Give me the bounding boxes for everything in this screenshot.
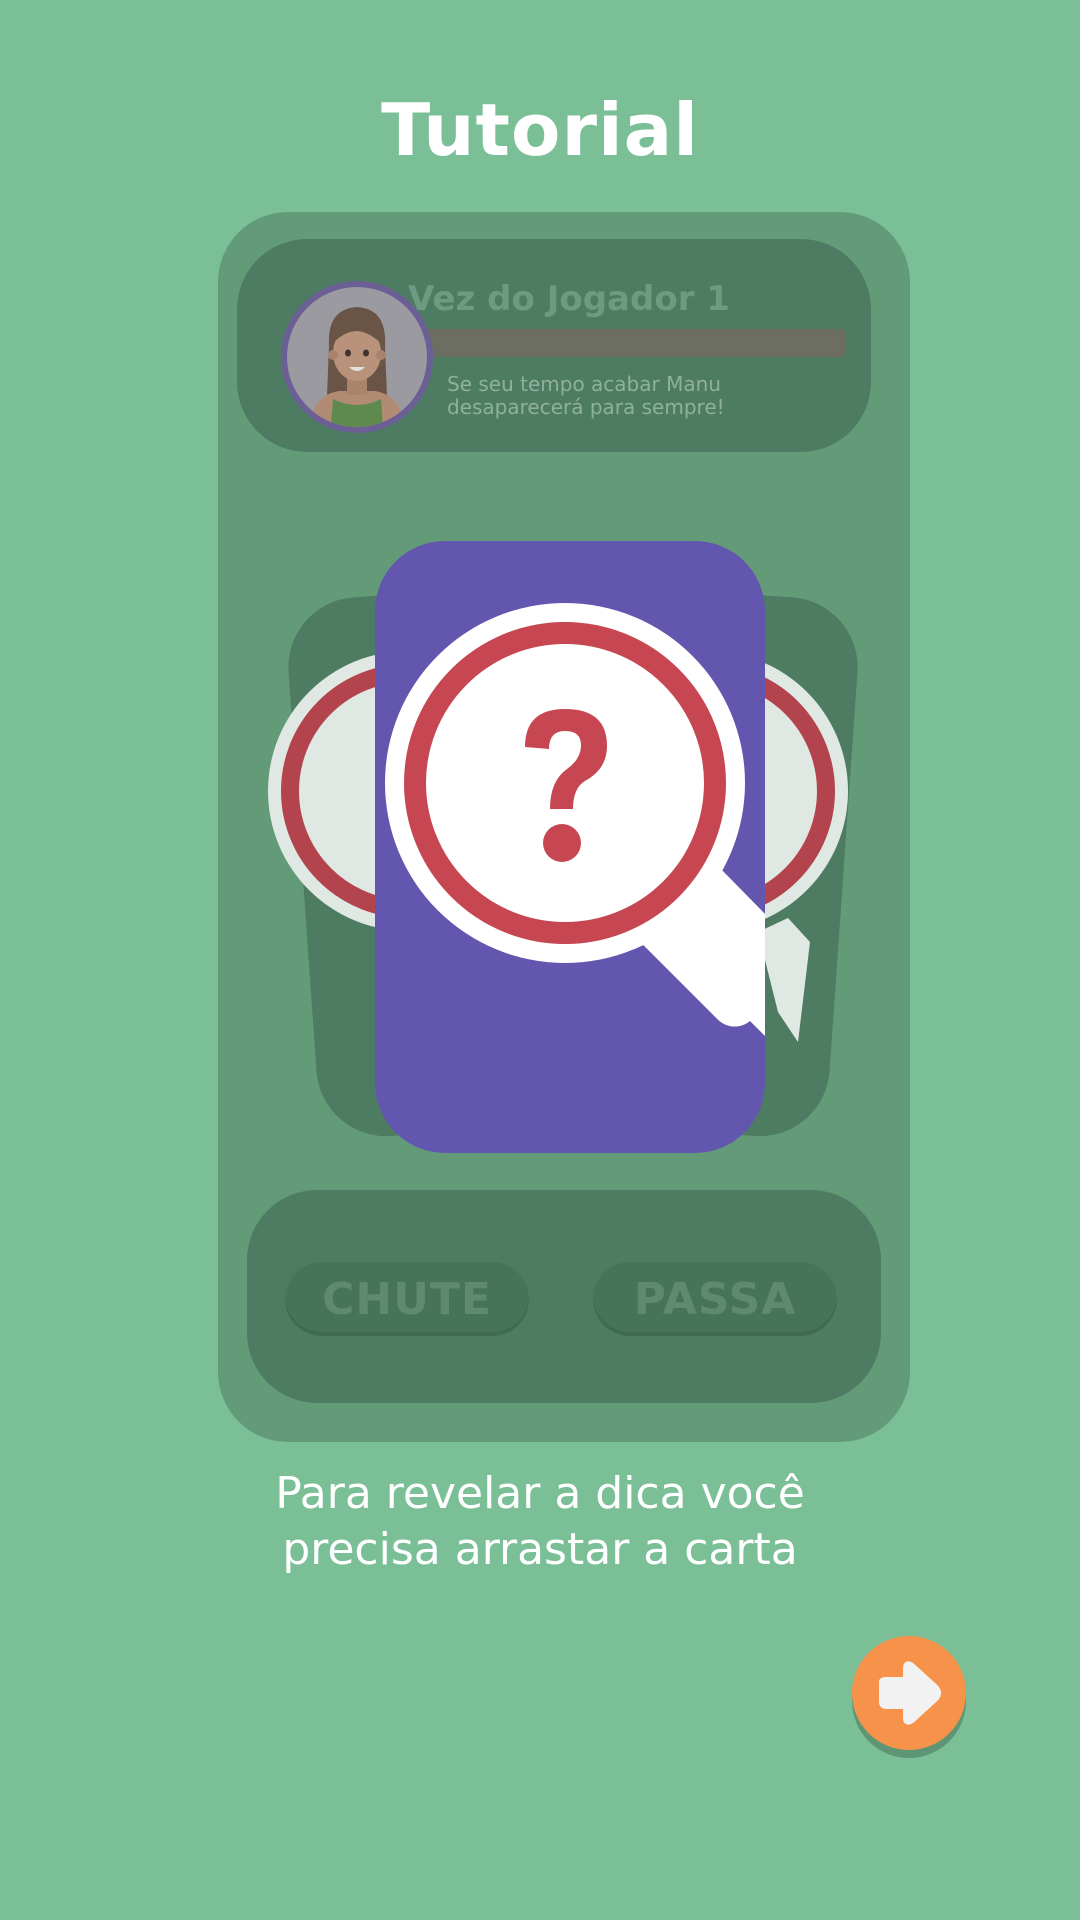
- guess-button-label: CHUTE: [322, 1273, 492, 1325]
- instructions-line1: Para revelar a dica você: [275, 1468, 805, 1519]
- magnifier-question-icon: [385, 603, 765, 1036]
- next-button[interactable]: [852, 1636, 966, 1750]
- game-preview: Vez do Jogador 1 Se seu tempo acabar Man…: [218, 212, 910, 1442]
- guess-button[interactable]: CHUTE: [285, 1262, 529, 1336]
- pass-button-label: PASSA: [633, 1273, 797, 1325]
- instructions-line2: precisa arrastar a carta: [282, 1524, 798, 1575]
- tutorial-instructions: Para revelar a dica você precisa arrasta…: [140, 1466, 940, 1578]
- action-buttons-panel: CHUTE PASSA: [247, 1190, 881, 1403]
- hint-card[interactable]: [375, 541, 765, 1153]
- pass-button[interactable]: PASSA: [593, 1262, 837, 1336]
- tutorial-title: Tutorial: [381, 88, 699, 172]
- arrow-right-icon: [879, 1661, 941, 1725]
